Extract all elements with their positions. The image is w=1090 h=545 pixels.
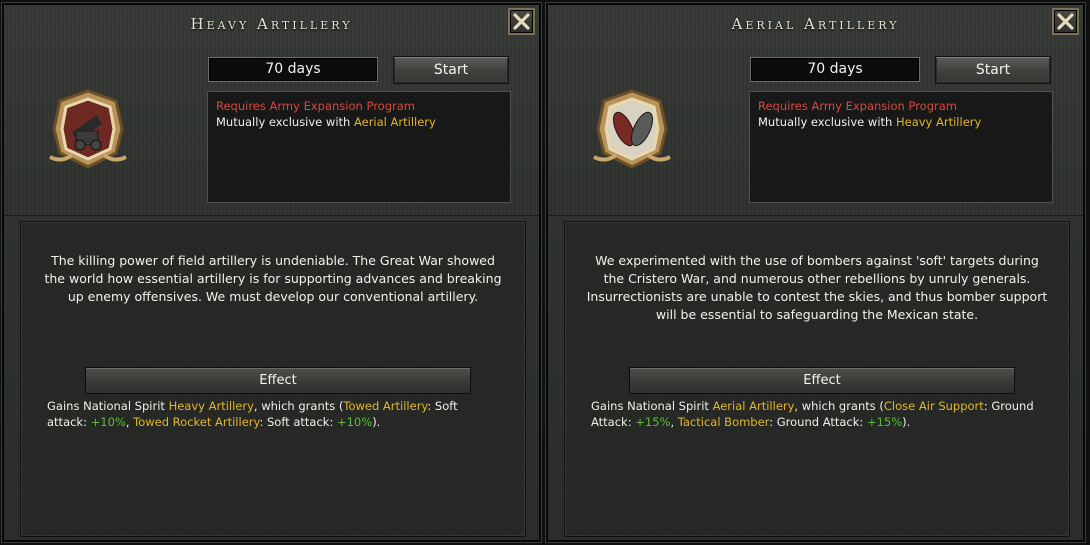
effect-header: Effect xyxy=(629,367,1015,394)
effect-text: Gains National Spirit Aerial Artillery, … xyxy=(591,399,1034,429)
close-icon xyxy=(1057,13,1074,30)
requirements-box: Requires Army Expansion Program Mutually… xyxy=(749,91,1053,203)
decision-panel-heavy-artillery: Heavy Artillery 70 days Start Requires A… xyxy=(1,2,542,543)
bombs-emblem-icon xyxy=(593,89,671,169)
research-days: 70 days xyxy=(750,57,920,82)
exclusive-text: Mutually exclusive with Heavy Artillery xyxy=(758,115,982,129)
description-text: We experimented with the use of bombers … xyxy=(586,253,1048,322)
effect-header: Effect xyxy=(85,367,471,394)
description-text: The killing power of field artillery is … xyxy=(44,253,502,304)
decision-panel-aerial-artillery: Aerial Artillery 70 days Start Requires … xyxy=(545,2,1086,543)
decision-screen: Heavy Artillery 70 days Start Requires A… xyxy=(0,0,1090,545)
research-days: 70 days xyxy=(208,57,378,82)
requirement-text: Requires Army Expansion Program xyxy=(216,99,415,113)
start-button[interactable]: Start xyxy=(935,56,1051,84)
requirements-box: Requires Army Expansion Program Mutually… xyxy=(207,91,511,203)
requirement-text: Requires Army Expansion Program xyxy=(758,99,957,113)
howitzer-emblem-icon xyxy=(49,89,127,169)
description-box: We experimented with the use of bombers … xyxy=(564,221,1070,537)
panel-title: Heavy Artillery xyxy=(190,15,353,33)
close-button[interactable] xyxy=(508,8,535,35)
panel-title: Aerial Artillery xyxy=(731,15,900,33)
exclusive-text: Mutually exclusive with Aerial Artillery xyxy=(216,115,436,129)
start-button[interactable]: Start xyxy=(393,56,509,84)
exclusive-link: Heavy Artillery xyxy=(895,115,982,129)
close-icon xyxy=(513,13,530,30)
description-box: The killing power of field artillery is … xyxy=(20,221,526,537)
effect-text: Gains National Spirit Heavy Artillery, w… xyxy=(47,399,458,429)
close-button[interactable] xyxy=(1052,8,1079,35)
exclusive-link: Aerial Artillery xyxy=(353,115,436,129)
